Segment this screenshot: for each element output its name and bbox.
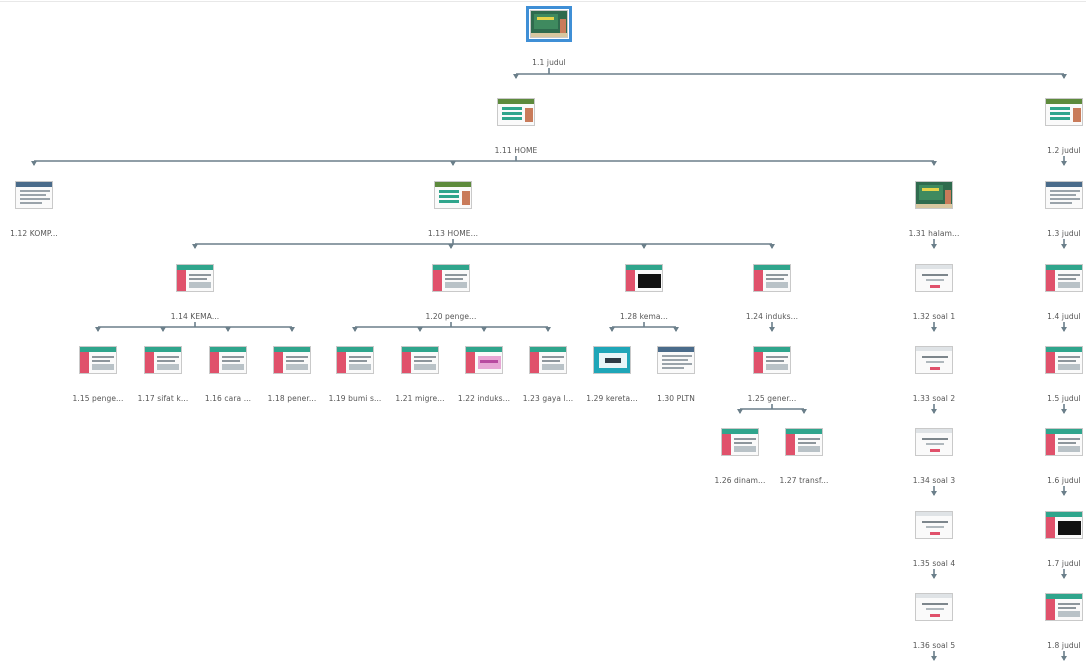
slide-thumbnail[interactable] — [529, 346, 567, 374]
arrowhead — [1061, 491, 1067, 496]
slide-thumbnail[interactable] — [753, 264, 791, 292]
slide-label: 1.25 gener... — [747, 394, 797, 403]
slide-thumbnail[interactable] — [593, 346, 631, 374]
slide-thumbnail[interactable] — [753, 346, 791, 374]
arrowhead — [931, 574, 937, 579]
slide-label: 1.13 HOME... — [427, 229, 479, 238]
arrowhead — [1061, 327, 1067, 332]
slide-thumbnail[interactable] — [336, 346, 374, 374]
arrowhead — [545, 327, 551, 332]
slide-label: 1.28 kema... — [619, 312, 669, 321]
slide-thumbnail[interactable] — [497, 98, 535, 126]
slide-thumbnail[interactable] — [915, 264, 953, 292]
slide-thumbnail[interactable] — [79, 346, 117, 374]
arrowhead — [931, 327, 937, 332]
arrowhead — [352, 327, 358, 332]
slide-label: 1.4 judul — [1047, 312, 1081, 321]
arrowhead — [1061, 74, 1067, 79]
arrowhead — [931, 161, 937, 166]
slide-label: 1.11 HOME — [494, 146, 538, 155]
slide-label: 1.7 judul — [1047, 559, 1081, 568]
slide-thumbnail[interactable] — [625, 264, 663, 292]
slide-thumbnail[interactable] — [915, 181, 953, 209]
slide-label: 1.31 halam... — [908, 229, 960, 238]
slide-thumbnail[interactable] — [1045, 98, 1083, 126]
slide-thumbnail[interactable] — [785, 428, 823, 456]
arrowhead — [1061, 244, 1067, 249]
slide-thumbnail[interactable] — [1045, 511, 1083, 539]
slide-label: 1.24 induks... — [745, 312, 799, 321]
slide-thumbnail[interactable] — [1045, 181, 1083, 209]
slide-thumbnail[interactable] — [915, 346, 953, 374]
arrowhead — [769, 327, 775, 332]
slide-label: 1.34 soal 3 — [912, 476, 956, 485]
arrowhead — [1061, 161, 1067, 166]
slide-thumbnail[interactable] — [915, 511, 953, 539]
arrowhead — [769, 244, 775, 249]
slide-thumbnail[interactable] — [1045, 264, 1083, 292]
arrowhead — [289, 327, 295, 332]
slide-thumbnail[interactable] — [465, 346, 503, 374]
slide-thumbnail[interactable] — [15, 181, 53, 209]
slide-label: 1.36 soal 5 — [912, 641, 956, 650]
slide-thumbnail[interactable] — [526, 6, 572, 42]
slide-thumbnail[interactable] — [144, 346, 182, 374]
slide-thumbnail[interactable] — [176, 264, 214, 292]
arrowhead — [192, 244, 198, 249]
slide-label: 1.35 soal 4 — [912, 559, 956, 568]
slide-thumbnail[interactable] — [209, 346, 247, 374]
arrowhead — [225, 327, 231, 332]
arrowhead — [801, 409, 807, 414]
slide-thumbnail[interactable] — [915, 428, 953, 456]
slide-thumbnail[interactable] — [657, 346, 695, 374]
slide-thumbnail[interactable] — [434, 181, 472, 209]
arrowhead — [95, 327, 101, 332]
slide-label: 1.33 soal 2 — [912, 394, 956, 403]
arrowhead — [931, 409, 937, 414]
slide-thumbnail[interactable] — [432, 264, 470, 292]
slide-label: 1.14 KEMA... — [170, 312, 220, 321]
slide-label: 1.1 judul — [532, 58, 566, 67]
arrowhead — [931, 656, 937, 661]
arrowhead — [641, 244, 647, 249]
slide-thumbnail[interactable] — [721, 428, 759, 456]
slide-thumbnail[interactable] — [1045, 346, 1083, 374]
slide-thumbnail[interactable] — [1045, 593, 1083, 621]
arrowhead — [673, 327, 679, 332]
arrowhead — [448, 244, 454, 249]
slide-label: 1.5 judul — [1047, 394, 1081, 403]
arrowhead — [931, 491, 937, 496]
slide-label: 1.27 transf... — [779, 476, 829, 485]
arrowhead — [1061, 409, 1067, 414]
slide-label: 1.6 judul — [1047, 476, 1081, 485]
arrowhead — [160, 327, 166, 332]
slide-label: 1.2 judul — [1047, 146, 1081, 155]
slide-label: 1.12 KOMP... — [10, 229, 58, 238]
arrowhead — [737, 409, 743, 414]
slide-thumbnail[interactable] — [273, 346, 311, 374]
slide-label: 1.8 judul — [1047, 641, 1081, 650]
slide-thumbnail[interactable] — [401, 346, 439, 374]
slide-label: 1.20 penge... — [425, 312, 477, 321]
slide-label: 1.3 judul — [1047, 229, 1081, 238]
slide-thumbnail[interactable] — [915, 593, 953, 621]
arrowhead — [417, 327, 423, 332]
arrowhead — [1061, 656, 1067, 661]
arrowhead — [609, 327, 615, 332]
slide-thumbnail[interactable] — [1045, 428, 1083, 456]
arrowhead — [1061, 574, 1067, 579]
arrowhead — [513, 74, 519, 79]
slide-label: 1.32 soal 1 — [912, 312, 956, 321]
arrowhead — [450, 161, 456, 166]
arrowhead — [481, 327, 487, 332]
arrowhead — [931, 244, 937, 249]
arrowhead — [31, 161, 37, 166]
